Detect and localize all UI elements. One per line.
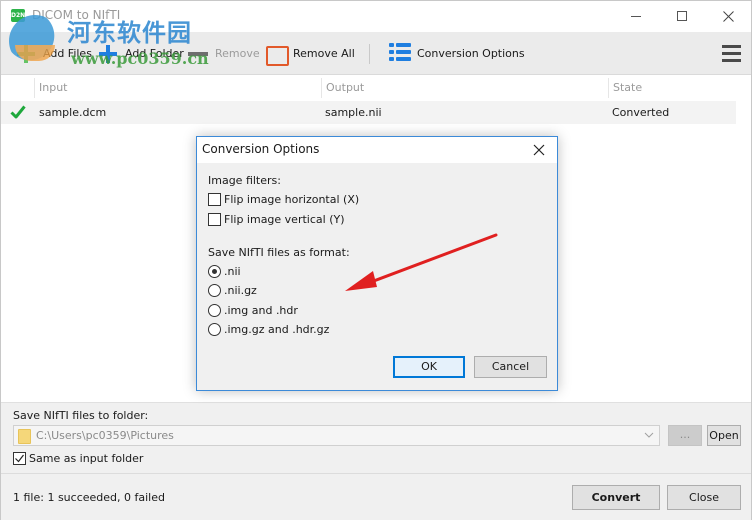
close-icon[interactable] <box>531 142 547 158</box>
check-icon <box>10 105 26 119</box>
radio-button[interactable] <box>208 323 221 336</box>
status-text: 1 file: 1 succeeded, 0 failed <box>13 491 165 504</box>
dialog-title-bar: Conversion Options <box>197 137 557 163</box>
format-img-gz-hdr-gz-label: .img.gz and .hdr.gz <box>224 323 330 336</box>
minimize-button[interactable] <box>613 1 659 31</box>
add-folder-button[interactable]: Add Folder <box>97 32 184 75</box>
add-files-button[interactable]: Add Files <box>15 32 92 75</box>
format-nii-gz-label: .nii.gz <box>224 284 257 297</box>
close-button[interactable]: Close <box>667 485 741 510</box>
format-nii-label: .nii <box>224 265 241 278</box>
checkbox[interactable] <box>13 452 26 465</box>
table-row[interactable]: sample.dcm sample.nii Converted <box>1 101 736 124</box>
dialog-title: Conversion Options <box>202 142 320 156</box>
chevron-down-icon <box>644 432 654 438</box>
hamburger-menu-icon[interactable] <box>722 45 741 62</box>
list-header: Input Output State <box>1 78 736 98</box>
title-bar: D2N DICOM to NIfTI <box>1 1 751 31</box>
remove-label: Remove <box>215 47 260 60</box>
folder-icon <box>18 429 31 444</box>
close-icon <box>722 10 734 22</box>
remove-all-button[interactable]: Remove All <box>265 32 355 75</box>
input-cell: sample.dcm <box>39 106 107 119</box>
column-header-state[interactable]: State <box>608 78 736 98</box>
checkbox[interactable] <box>208 193 221 206</box>
column-header-input[interactable]: Input <box>34 78 321 98</box>
convert-button[interactable]: Convert <box>572 485 660 510</box>
format-img-hdr-label: .img and .hdr <box>224 304 298 317</box>
column-header-output[interactable]: Output <box>321 78 608 98</box>
save-folder-label: Save NIfTI files to folder: <box>13 409 149 422</box>
flip-vertical-label: Flip image vertical (Y) <box>224 213 345 226</box>
maximize-button[interactable] <box>659 1 705 31</box>
plus-icon <box>97 43 119 65</box>
open-folder-button[interactable]: Open <box>707 425 741 446</box>
close-window-button[interactable] <box>705 1 751 31</box>
empty-box-icon <box>265 43 289 66</box>
format-radio-img-hdr[interactable]: .img and .hdr <box>208 303 298 318</box>
plus-icon <box>15 43 37 65</box>
state-cell: Converted <box>612 106 670 119</box>
conversion-options-label: Conversion Options <box>417 47 525 60</box>
format-label: Save NIfTI files as format: <box>208 246 350 259</box>
minimize-icon <box>631 15 641 17</box>
browse-button[interactable]: ... <box>668 425 702 446</box>
maximize-icon <box>677 11 687 21</box>
radio-button[interactable] <box>208 284 221 297</box>
minus-icon <box>187 43 209 65</box>
same-as-input-label: Same as input folder <box>29 452 144 465</box>
checkmark-icon <box>15 454 24 463</box>
add-folder-label: Add Folder <box>125 47 184 60</box>
toolbar: Add Files Add Folder Remove Remove All C… <box>1 32 751 75</box>
list-icon <box>389 42 411 65</box>
flip-horizontal-checkbox[interactable]: Flip image horizontal (X) <box>208 192 359 207</box>
window-title: DICOM to NIfTI <box>32 8 121 22</box>
conversion-options-button[interactable]: Conversion Options <box>389 32 525 75</box>
footer-separator <box>1 473 751 474</box>
remove-button[interactable]: Remove <box>187 32 260 75</box>
app-icon: D2N <box>11 9 25 22</box>
bottom-panel: Save NIfTI files to folder: C:\Users\pc0… <box>1 402 751 520</box>
cancel-button[interactable]: Cancel <box>474 356 547 378</box>
format-radio-nii-gz[interactable]: .nii.gz <box>208 283 257 298</box>
image-filters-label: Image filters: <box>208 174 281 187</box>
output-folder-combo[interactable]: C:\Users\pc0359\Pictures <box>13 425 660 446</box>
output-folder-path: C:\Users\pc0359\Pictures <box>36 429 174 442</box>
checkbox[interactable] <box>208 213 221 226</box>
output-cell: sample.nii <box>325 106 382 119</box>
same-as-input-checkbox[interactable]: Same as input folder <box>13 451 143 466</box>
radio-button[interactable] <box>208 304 221 317</box>
radio-button[interactable] <box>208 265 221 278</box>
toolbar-separator <box>369 44 370 64</box>
ok-button[interactable]: OK <box>393 356 465 378</box>
format-radio-nii[interactable]: .nii <box>208 264 241 279</box>
conversion-options-dialog: Conversion Options Image filters: Flip i… <box>196 136 558 391</box>
flip-horizontal-label: Flip image horizontal (X) <box>224 193 360 206</box>
main-window: D2N DICOM to NIfTI Add Files Add Folder … <box>0 0 752 520</box>
flip-vertical-checkbox[interactable]: Flip image vertical (Y) <box>208 212 345 227</box>
add-files-label: Add Files <box>43 47 92 60</box>
format-radio-img-gz-hdr-gz[interactable]: .img.gz and .hdr.gz <box>208 322 329 337</box>
remove-all-label: Remove All <box>293 47 355 60</box>
